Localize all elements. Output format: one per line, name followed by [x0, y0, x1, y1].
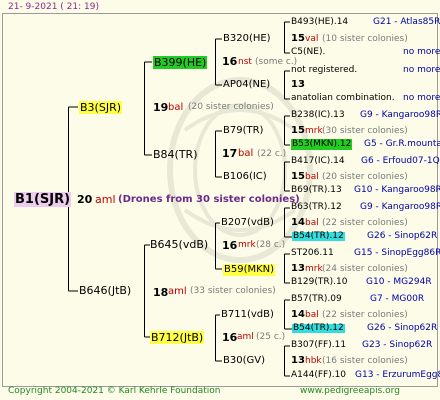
g2-b-note: (22 c.)	[257, 149, 287, 159]
g3-7-note: (16 sister colonies)	[322, 356, 408, 366]
g4-0-nav[interactable]: G21 - Atlas85R	[373, 18, 440, 27]
g4-6-nav[interactable]: G6 - Erfoud07-1Q	[361, 157, 440, 166]
g4-12-name[interactable]: B57(TR).09	[291, 295, 342, 304]
g2-a-name[interactable]: B399(HE)	[153, 56, 208, 69]
g3-7-breed: hbk	[305, 356, 322, 366]
g3-1-name[interactable]: AP04(NE)	[223, 80, 270, 90]
g4-4-nav[interactable]: G9 - Kangaroo98R	[360, 111, 440, 120]
g1-lower-breed: aml	[168, 286, 187, 297]
g3-0-breed: val	[305, 34, 319, 44]
g3-0-note: (10 sister colonies)	[322, 34, 408, 44]
g2-d-breed: aml	[237, 332, 254, 342]
g2-b-name[interactable]: B84(TR)	[153, 149, 198, 160]
pedigree-page: { "header": {"timestamp": "21- 9-2021 ( …	[0, 0, 440, 400]
g3-4-note: (22 sister colonies)	[322, 218, 408, 228]
g3-6-note: (22 sister colonies)	[322, 310, 408, 320]
g2-d-note: (25 c.)	[256, 332, 286, 342]
g1-lower-note: (33 sister colonies)	[190, 286, 276, 296]
g3-3-year: 15	[291, 171, 305, 182]
g4-2-name[interactable]: not registered.	[291, 66, 357, 75]
g2-c-breed: mrk	[238, 240, 256, 250]
g2-a-year: 16	[222, 55, 238, 68]
g3-1-year: 13	[291, 79, 305, 90]
g4-15-nav[interactable]: G13 - ErzurumEgg8	[355, 371, 440, 380]
g4-5-name[interactable]: B53(MKN).12	[291, 139, 353, 150]
g4-1-name[interactable]: C5(NE).	[291, 48, 325, 57]
g4-3-nav[interactable]: no more	[403, 94, 440, 103]
g4-9-nav[interactable]: G26 - Sinop62R	[367, 232, 437, 241]
g3-2-breed: mrk	[305, 126, 323, 136]
g4-13-name[interactable]: B54(TR).12	[292, 324, 345, 333]
g4-0-name[interactable]: B493(HE).14	[291, 18, 348, 27]
g3-5-breed: mrk	[305, 264, 323, 274]
g4-4-name[interactable]: B238(IC).13	[291, 111, 345, 120]
g3-3-note: (20 sister colonies)	[322, 172, 408, 182]
root-name[interactable]: B1(SJR)	[14, 192, 72, 207]
g3-6-name[interactable]: B711(vdB)	[221, 310, 274, 320]
g4-11-name[interactable]: B129(TR).10	[291, 278, 347, 287]
g3-6-breed: bal	[305, 310, 319, 320]
g4-14-name[interactable]: B307(FF).11	[291, 341, 346, 350]
g4-9-name[interactable]: B54(TR).12	[292, 232, 345, 241]
g4-13-nav[interactable]: G26 - Sinop62R	[367, 324, 437, 333]
g1-lower-year: 18	[153, 286, 169, 299]
g2-b-breed: bal	[238, 148, 254, 159]
g4-5-nav[interactable]: G5 - Gr.R.mounta	[364, 140, 440, 149]
g3-2-name[interactable]: B79(TR)	[223, 126, 263, 136]
g1-lower-name[interactable]: B646(JtB)	[79, 285, 131, 296]
g3-2-year: 15	[291, 125, 305, 136]
g4-15-name[interactable]: A144(FF).10	[291, 371, 346, 380]
g3-5-note: (24 sister colonies)	[322, 264, 408, 274]
g4-3-name[interactable]: anatolian combination.	[291, 94, 395, 103]
g4-6-name[interactable]: B417(IC).14	[291, 157, 345, 166]
g2-a-breed: nst	[238, 57, 252, 67]
timestamp: 21- 9-2021 ( 21: 19)	[8, 2, 99, 12]
g3-7-year: 13	[291, 355, 305, 366]
g2-c-year: 16	[222, 239, 238, 252]
g1-upper-year: 19	[153, 101, 169, 114]
g3-5-year: 13	[291, 263, 305, 274]
g4-8-name[interactable]: B63(TR).12	[291, 203, 342, 212]
g4-11-nav[interactable]: G10 - MG294R	[366, 278, 432, 287]
footer-url-link[interactable]: www.pedigreeapis.org	[300, 387, 400, 396]
g3-3-breed: bal	[305, 172, 319, 182]
footer-copyright: Copyright 2004-2021 © Karl Kehrle Founda…	[8, 386, 221, 396]
root-note: (Drones from 30 sister colonies)	[118, 194, 300, 205]
g3-4-name[interactable]: B207(vdB)	[221, 218, 274, 228]
g2-d-name[interactable]: B712(JtB)	[150, 331, 205, 344]
g3-7-name[interactable]: B30(GV)	[223, 356, 265, 366]
g3-5-name[interactable]: B59(MKN)	[223, 264, 276, 276]
root-breed: aml	[95, 193, 116, 206]
g3-4-breed: bal	[305, 218, 319, 228]
g4-2-nav[interactable]: no more	[403, 66, 440, 75]
g2-c-note: (28 c.)	[256, 240, 286, 250]
g3-2-note: (30 sister colonies)	[322, 126, 408, 136]
g3-4-year: 14	[291, 217, 305, 228]
g1-upper-note: (20 sister colonies)	[188, 102, 274, 112]
g4-7-name[interactable]: B69(TR).13	[291, 186, 342, 195]
g4-14-nav[interactable]: G23 - Sinop62R	[362, 341, 432, 350]
g3-0-year: 15	[291, 33, 305, 44]
g3-0-name[interactable]: B320(HE)	[223, 34, 271, 44]
g3-3-name[interactable]: B106(IC)	[223, 172, 267, 182]
root-year: 20	[77, 193, 93, 206]
g4-8-nav[interactable]: G9 - Kangaroo98R	[360, 203, 440, 212]
g2-b-year: 17	[222, 147, 238, 160]
g1-upper-name[interactable]: B3(SJR)	[79, 101, 122, 114]
g4-1-nav[interactable]: no more	[403, 48, 440, 57]
g2-d-year: 16	[222, 331, 238, 344]
g4-10-nav[interactable]: G15 - SinopEgg86R	[354, 249, 440, 258]
g3-6-year: 14	[291, 309, 305, 320]
g4-7-nav[interactable]: G10 - Kangaroo98R	[354, 186, 440, 195]
g1-upper-breed: bal	[168, 102, 184, 113]
g4-10-name[interactable]: ST206.11	[291, 249, 334, 258]
g4-12-nav[interactable]: G7 - MG00R	[370, 295, 424, 304]
g2-c-name[interactable]: B645(vdB)	[150, 239, 208, 250]
